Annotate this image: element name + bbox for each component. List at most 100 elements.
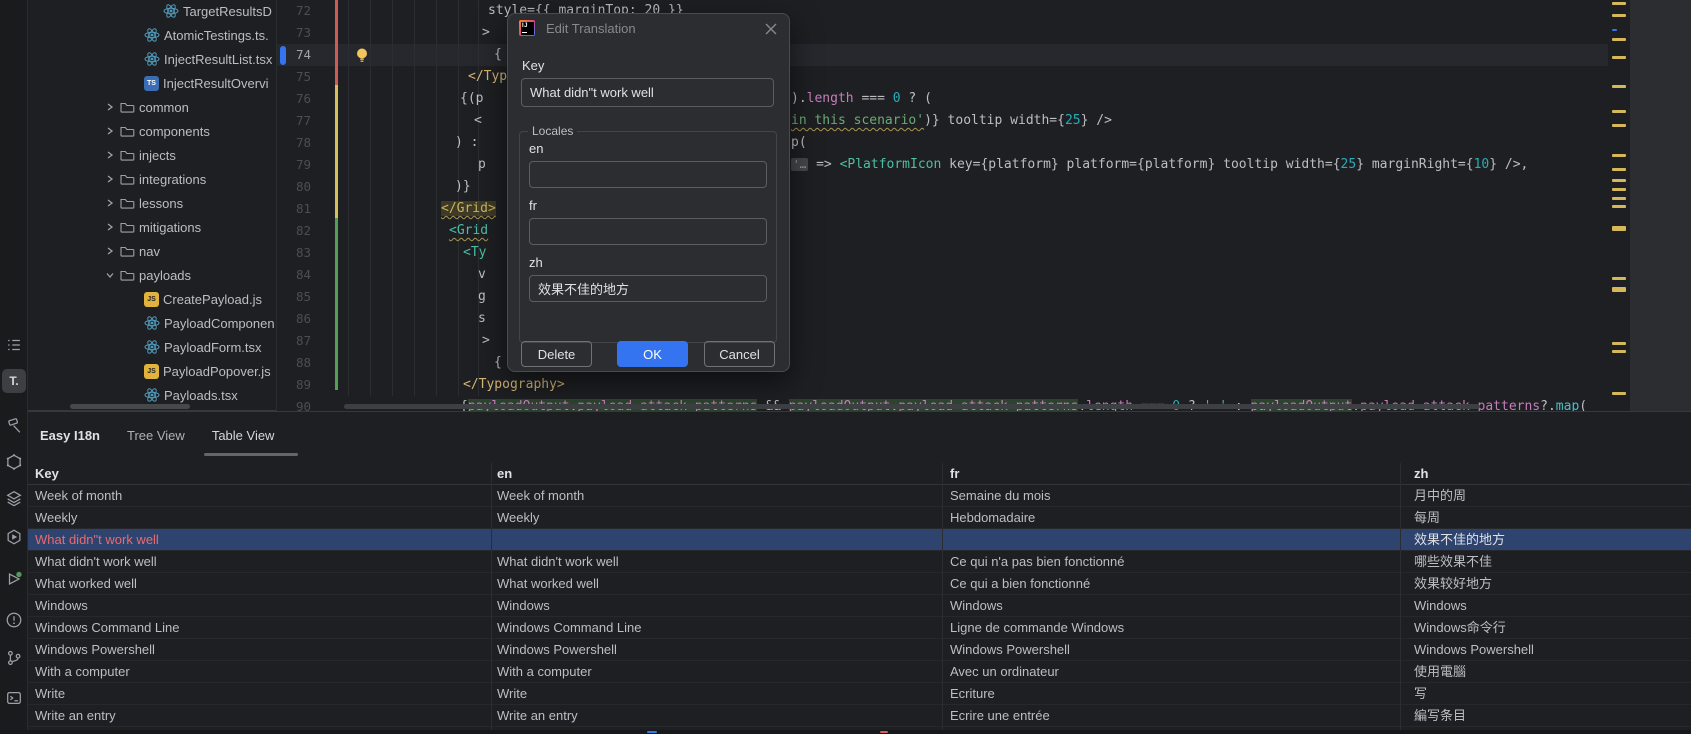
table-cell[interactable]: 效果较好地方 bbox=[1414, 573, 1681, 595]
table-cell[interactable]: Write an entry bbox=[497, 705, 940, 727]
build-hammer-icon[interactable] bbox=[2, 414, 26, 438]
column-divider[interactable] bbox=[1400, 463, 1401, 731]
chevron-down-icon[interactable] bbox=[105, 268, 115, 283]
table-row[interactable]: WeeklyWeeklyHebdomadaire每周 bbox=[28, 507, 1691, 529]
table-cell[interactable]: Week of month bbox=[35, 485, 487, 507]
tree-item[interactable]: PayloadComponen bbox=[144, 311, 275, 335]
table-cell[interactable]: Hebdomadaire bbox=[950, 507, 1404, 529]
column-header-zh[interactable]: zh bbox=[1414, 463, 1428, 485]
warning-stripe-mark[interactable] bbox=[1612, 179, 1626, 182]
warning-stripe-mark[interactable] bbox=[1612, 205, 1626, 208]
table-cell[interactable]: Avec un ordinateur bbox=[950, 661, 1404, 683]
warning-stripe-mark[interactable] bbox=[1612, 342, 1626, 345]
table-cell[interactable]: Semaine du mois bbox=[950, 485, 1404, 507]
table-row[interactable]: Week of monthWeek of monthSemaine du moi… bbox=[28, 485, 1691, 507]
chevron-right-icon[interactable] bbox=[105, 244, 115, 259]
table-cell[interactable]: Windows Powershell bbox=[35, 639, 487, 661]
warning-stripe-mark[interactable] bbox=[1612, 226, 1626, 231]
info-stripe-mark[interactable] bbox=[1612, 29, 1617, 31]
translation-icon[interactable]: T. bbox=[2, 369, 26, 393]
table-cell[interactable]: Ligne de commande Windows bbox=[950, 617, 1404, 639]
warning-stripe-mark[interactable] bbox=[1612, 56, 1626, 59]
warning-stripe-mark[interactable] bbox=[1612, 350, 1626, 353]
warning-stripe-mark[interactable] bbox=[1612, 110, 1626, 113]
code-line[interactable]: ) :p( bbox=[277, 132, 1691, 154]
table-cell[interactable]: Windows Command Line bbox=[35, 617, 487, 639]
table-cell[interactable]: 哪些效果不佳 bbox=[1414, 551, 1681, 573]
structure-icon[interactable] bbox=[2, 333, 26, 357]
table-row[interactable]: Write an entryWrite an entryEcrire une e… bbox=[28, 705, 1691, 727]
column-divider[interactable] bbox=[491, 463, 492, 731]
code-line[interactable]: { bbox=[277, 44, 1691, 66]
chevron-right-icon[interactable] bbox=[105, 100, 115, 115]
problems-icon[interactable] bbox=[2, 608, 26, 632]
code-line[interactable]: <Ty bbox=[277, 242, 1691, 264]
chevron-right-icon[interactable] bbox=[105, 196, 115, 211]
table-cell[interactable]: 編写条目 bbox=[1414, 705, 1681, 727]
locale-input-fr[interactable] bbox=[529, 218, 767, 245]
tree-item[interactable]: PayloadForm.tsx bbox=[144, 335, 262, 359]
tree-item[interactable]: mitigations bbox=[105, 215, 201, 239]
code-editor[interactable]: 72737475767778798081828384858687888990 s… bbox=[277, 0, 1691, 411]
warning-stripe-mark[interactable] bbox=[1612, 287, 1626, 292]
table-cell[interactable]: 使用電腦 bbox=[1414, 661, 1681, 683]
chevron-right-icon[interactable] bbox=[105, 148, 115, 163]
table-cell[interactable]: Ce qui n'a pas bien fonctionné bbox=[950, 551, 1404, 573]
table-cell[interactable]: Windows Powershell bbox=[497, 639, 940, 661]
tree-item[interactable]: nav bbox=[105, 239, 160, 263]
table-cell[interactable]: Windows bbox=[497, 595, 940, 617]
table-cell[interactable]: What didn't work well bbox=[497, 551, 940, 573]
code-line[interactable]: > bbox=[277, 22, 1691, 44]
table-cell[interactable]: Ecrire une entrée bbox=[950, 705, 1404, 727]
column-header-fr[interactable]: fr bbox=[950, 463, 959, 485]
warning-stripe-mark[interactable] bbox=[1612, 188, 1626, 191]
warning-stripe-mark[interactable] bbox=[1612, 392, 1626, 395]
warning-stripe-mark[interactable] bbox=[1612, 2, 1626, 5]
code-line[interactable]: s bbox=[277, 308, 1691, 330]
table-cell[interactable]: Windows Powershell bbox=[950, 639, 1404, 661]
table-cell[interactable] bbox=[497, 529, 940, 551]
table-cell[interactable]: With a computer bbox=[497, 661, 940, 683]
table-cell[interactable]: What worked well bbox=[35, 573, 487, 595]
chevron-right-icon[interactable] bbox=[105, 124, 115, 139]
locale-input-zh[interactable] bbox=[529, 275, 767, 302]
table-row[interactable]: With a computer With a computer Avec un or… bbox=[28, 661, 1691, 683]
table-row[interactable]: Windows Powershell Windows Powershell Wind… bbox=[28, 639, 1691, 661]
code-line[interactable]: style={{ marginTop: 20 }} bbox=[277, 0, 1691, 22]
code-line[interactable]: </Typography> bbox=[277, 374, 1691, 396]
table-cell[interactable]: Weekly bbox=[35, 507, 487, 529]
table-cell[interactable]: With a computer bbox=[35, 661, 487, 683]
tree-item[interactable]: JSPayloadPopover.js bbox=[144, 359, 271, 383]
table-cell[interactable]: Windows Command Line bbox=[497, 617, 940, 639]
tree-item[interactable]: common bbox=[105, 95, 189, 119]
services-icon[interactable] bbox=[2, 525, 26, 549]
layers-icon[interactable] bbox=[2, 486, 26, 510]
chevron-right-icon[interactable] bbox=[105, 220, 115, 235]
intention-bulb-icon[interactable] bbox=[353, 46, 371, 64]
graphql-icon[interactable] bbox=[2, 450, 26, 474]
ok-button[interactable]: OK bbox=[617, 341, 688, 367]
run-icon[interactable] bbox=[2, 567, 26, 591]
code-line[interactable]: {(p).length === 0 ? ( bbox=[277, 88, 1691, 110]
warning-stripe-mark[interactable] bbox=[1612, 168, 1626, 171]
code-line[interactable]: > bbox=[277, 330, 1691, 352]
tree-item[interactable]: Payloads.tsx bbox=[144, 383, 238, 407]
table-cell[interactable]: Weekly bbox=[497, 507, 940, 529]
table-row[interactable]: What didn't work well What didn't work we… bbox=[28, 551, 1691, 573]
table-cell[interactable]: Write bbox=[497, 683, 940, 705]
warning-stripe-mark[interactable] bbox=[1612, 154, 1626, 157]
code-line[interactable]: p'… => <PlatformIcon key={platform} plat… bbox=[277, 154, 1691, 176]
tree-item[interactable]: injects bbox=[105, 143, 176, 167]
code-line[interactable]: v bbox=[277, 264, 1691, 286]
table-cell[interactable]: 写 bbox=[1414, 683, 1681, 705]
terminal-icon[interactable] bbox=[2, 686, 26, 710]
table-cell[interactable]: Ce qui a bien fonctionné bbox=[950, 573, 1404, 595]
tree-item[interactable]: payloads bbox=[105, 263, 191, 287]
table-row[interactable]: What worked wellWhat worked wellCe qui a… bbox=[28, 573, 1691, 595]
cancel-button[interactable]: Cancel bbox=[704, 341, 775, 367]
table-cell[interactable]: What didn"t work well bbox=[35, 529, 487, 551]
column-divider[interactable] bbox=[942, 463, 943, 731]
table-cell[interactable]: What didn't work well bbox=[35, 551, 487, 573]
tree-item[interactable]: components bbox=[105, 119, 210, 143]
tab-table-view[interactable]: Table View bbox=[212, 428, 275, 443]
